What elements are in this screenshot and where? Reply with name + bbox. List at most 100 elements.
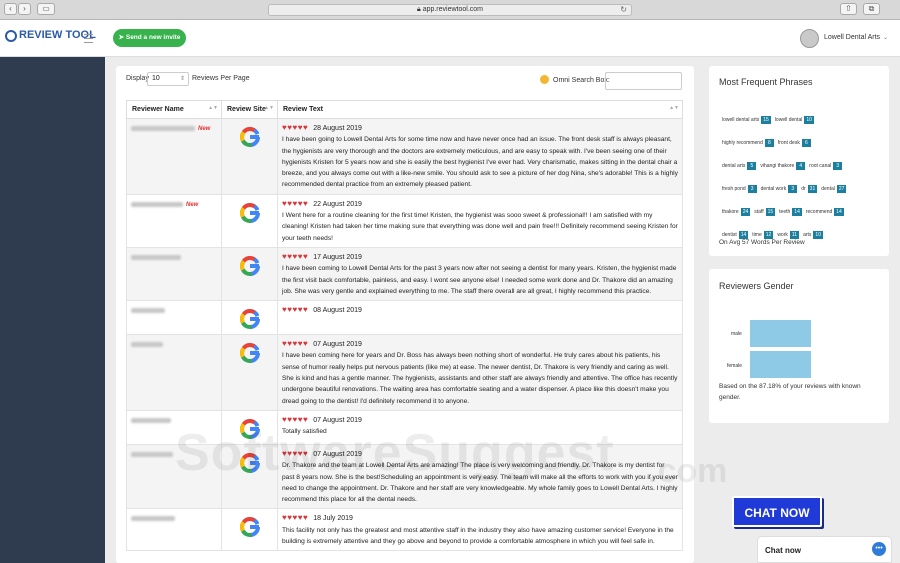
- phrase-label: time: [752, 232, 762, 238]
- new-badge: New: [186, 201, 199, 208]
- table-row: ♥♥♥♥♥ 18 July 2019 This facility not only …: [126, 508, 683, 552]
- phrase-count: 14: [834, 208, 844, 216]
- table-row: New ♥♥♥♥♥ 22 August 2019 I Went here for a …: [126, 193, 683, 248]
- google-icon: [239, 202, 260, 223]
- search-label: Omni Search Box:: [553, 77, 610, 84]
- table-row: New ♥♥♥♥♥ 28 August 2019 I have been going …: [126, 118, 683, 195]
- phrase-tag[interactable]: thakore 24: [722, 208, 751, 216]
- phrase-tag[interactable]: dr 31: [801, 185, 818, 193]
- menu-icon[interactable]: [84, 34, 93, 43]
- phrase-count: 6: [801, 139, 811, 147]
- share-icon[interactable]: ⇧: [840, 3, 857, 15]
- google-icon: [239, 127, 260, 147]
- review-text: I have been coming to Lowell Dental Arts…: [282, 265, 677, 295]
- google-icon: [239, 343, 260, 364]
- phrase-count: 10: [813, 231, 823, 239]
- phrase-label: recommend: [805, 209, 833, 215]
- phrase-tag[interactable]: work 11: [777, 231, 800, 239]
- per-page-value: 10: [152, 75, 160, 82]
- phrase-tag[interactable]: arts 10: [803, 231, 823, 239]
- reviewer-name-blurred: [131, 417, 171, 423]
- google-icon: [239, 255, 260, 276]
- phrase-tag[interactable]: highly recommend 8: [722, 139, 774, 147]
- phrase-tag[interactable]: teeth 14: [779, 208, 802, 216]
- gender-note: Based on the 87.18% of your reviews with…: [719, 383, 861, 401]
- sort-icon: ▲▼: [669, 105, 679, 111]
- phrase-tag[interactable]: dentist 14: [722, 231, 749, 239]
- review-date: 18 July 2019: [313, 515, 353, 523]
- back-button[interactable]: ‹: [4, 3, 17, 15]
- user-avatar[interactable]: [800, 29, 819, 48]
- chat-bar[interactable]: Chat now •••: [757, 536, 892, 563]
- user-menu[interactable]: Lowell Dental Arts ⌄: [824, 34, 888, 41]
- phrase-label: arts: [803, 232, 812, 238]
- site-cell: [221, 118, 278, 195]
- reviewer-name-blurred: [131, 451, 173, 457]
- rating-stars: ♥♥♥♥♥: [282, 513, 309, 523]
- forward-button[interactable]: ›: [18, 3, 31, 15]
- address-bar[interactable]: 🔒︎ app.reviewtool.com ↻: [268, 4, 632, 16]
- chat-now-badge[interactable]: CHAT NOW: [732, 496, 822, 527]
- phrase-tag[interactable]: vihangi thakore 4: [760, 162, 806, 170]
- phrase-tag[interactable]: dental arts 5: [722, 162, 757, 170]
- male-bar: [750, 320, 811, 347]
- phrase-label: lowell dental: [774, 117, 803, 123]
- new-badge: New: [198, 126, 211, 132]
- site-cell: [221, 246, 278, 302]
- tabs-icon[interactable]: ⧉: [863, 3, 880, 15]
- reviewer-name-blurred: [131, 254, 181, 260]
- reviewer-name-blurred: [131, 342, 163, 348]
- phrase-label: teeth: [779, 209, 791, 215]
- watermark: SoftwareSuggest: [175, 424, 615, 482]
- omni-search-input[interactable]: [605, 72, 682, 90]
- phrase-label: lowell dental arts: [722, 117, 760, 123]
- phrase-tag[interactable]: staff 15: [754, 208, 776, 216]
- watermark-suffix: .com: [648, 452, 728, 490]
- lightbulb-icon: [540, 75, 549, 84]
- browser-chrome: ‹ › ▭ 🔒︎ app.reviewtool.com ↻ ⇧ ⧉: [0, 0, 900, 20]
- phrase-tag[interactable]: recommend 14: [806, 208, 844, 216]
- phrase-tag[interactable]: dental work 3: [761, 185, 798, 193]
- column-header-label: Reviewer Name: [132, 106, 184, 113]
- column-header-reviewer[interactable]: Reviewer Name ▲▼: [126, 100, 222, 119]
- phrase-tag[interactable]: dental 27: [821, 185, 847, 193]
- phrase-count: 3: [788, 185, 798, 193]
- phrase-label: fresh pond: [722, 186, 746, 192]
- google-icon: [239, 517, 260, 538]
- user-name: Lowell Dental Arts: [824, 34, 881, 41]
- review-text: This facility not only has the greatest …: [282, 526, 674, 546]
- review-date: 07 August 2019: [313, 341, 362, 349]
- female-bar: [750, 351, 811, 378]
- column-header-label: Review Text: [283, 106, 323, 113]
- review-date: 17 August 2019: [313, 253, 362, 261]
- review-date: 28 August 2019: [313, 125, 362, 132]
- per-page-select[interactable]: 10 ⇕: [147, 72, 189, 86]
- review-cell: ♥♥♥♥♥ 07 August 2019 I have been coming he…: [277, 334, 683, 411]
- sidebar-toggle-icon[interactable]: ▭: [37, 3, 55, 15]
- review-text: I Went here for a routine cleaning for t…: [282, 212, 678, 242]
- phrase-tag[interactable]: time 12: [752, 231, 774, 239]
- reload-icon[interactable]: ↻: [620, 5, 627, 15]
- phrase-tag[interactable]: lowell dental 10: [775, 116, 814, 124]
- phrase-count: 11: [789, 231, 800, 239]
- app-logo[interactable]: REVIEW TOOL: [5, 29, 96, 42]
- phrases-title: Most Frequent Phrases: [719, 77, 813, 87]
- review-text: I have been coming here for years and Dr…: [282, 352, 678, 405]
- phrase-tag[interactable]: front desk 6: [778, 139, 811, 147]
- sort-icon: ▲▼: [208, 105, 218, 111]
- send-invite-button[interactable]: ➤ Send a new invite: [113, 29, 186, 47]
- phrase-label: dr: [801, 186, 806, 192]
- phrase-tag[interactable]: lowell dental arts 15: [722, 116, 771, 124]
- phrase-count: 15: [761, 116, 771, 124]
- display-label: Display: [126, 75, 149, 82]
- column-header-site[interactable]: Review Site ▲▼: [221, 100, 278, 119]
- chat-bubble-icon[interactable]: •••: [872, 542, 886, 556]
- phrase-tag[interactable]: fresh pond 3: [722, 185, 757, 193]
- review-text: I have been going to Lowell Dental Arts …: [282, 136, 678, 189]
- send-icon: ➤: [118, 34, 126, 41]
- column-header-text[interactable]: Review Text ▲▼: [277, 100, 683, 119]
- reviewer-cell: [126, 246, 222, 302]
- phrase-tag[interactable]: root canal 3: [809, 162, 843, 170]
- phrase-label: root canal: [809, 163, 832, 169]
- phrase-count: 12: [763, 231, 774, 239]
